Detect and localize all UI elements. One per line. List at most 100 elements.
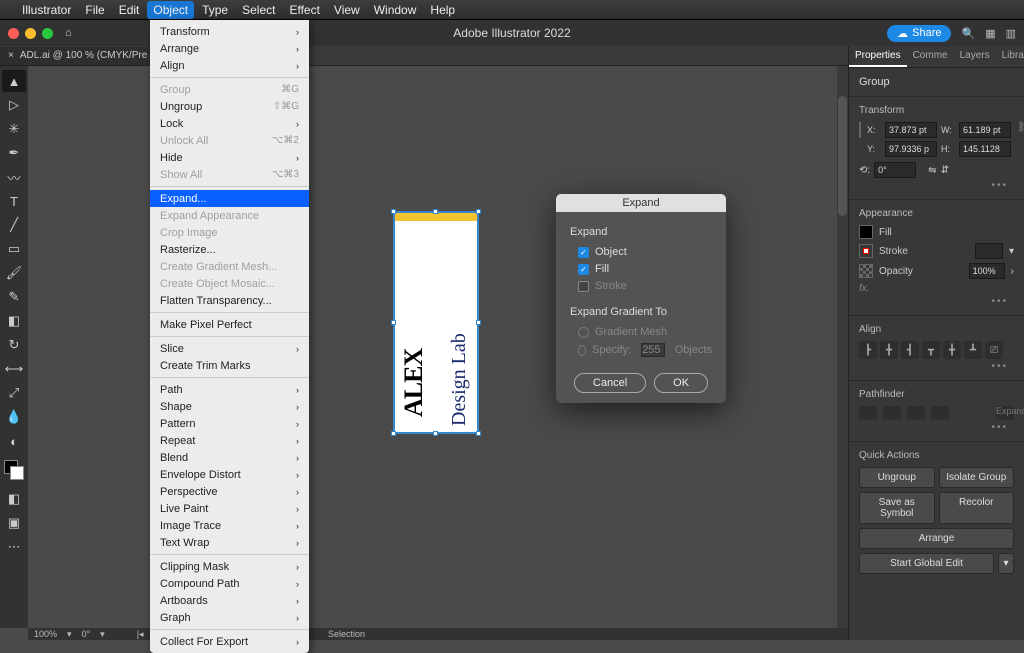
shaper-tool[interactable]: ✎ [2, 286, 26, 308]
opacity-dropdown-icon[interactable]: › [1011, 266, 1014, 277]
window-close-button[interactable] [8, 28, 19, 39]
arrange-documents-icon[interactable]: ▦ [985, 27, 995, 40]
selection-bounding-box[interactable] [393, 211, 479, 434]
link-wh-icon[interactable]: ⛓ [1017, 122, 1024, 133]
menu-item-clipping-mask[interactable]: Clipping Mask› [150, 558, 309, 575]
share-button[interactable]: ☁Share [887, 25, 951, 42]
menu-item-blend[interactable]: Blend› [150, 449, 309, 466]
tab-properties[interactable]: Properties [849, 46, 907, 67]
screen-mode-icon[interactable]: ▣ [2, 512, 26, 534]
more-options-icon[interactable]: ••• [859, 294, 1014, 307]
free-transform-tool[interactable]: ⤢ [2, 382, 26, 404]
menu-item-hide[interactable]: Hide› [150, 149, 309, 166]
eraser-tool[interactable]: ◧ [2, 310, 26, 332]
flip-v-icon[interactable]: ⇵ [941, 165, 949, 176]
arrange-button[interactable]: Arrange [859, 528, 1014, 549]
align-hcenter-icon[interactable]: ╋ [880, 341, 898, 359]
menu-item-envelope-distort[interactable]: Envelope Distort› [150, 466, 309, 483]
angle-input[interactable] [874, 162, 916, 178]
isolate-group-button[interactable]: Isolate Group [939, 467, 1015, 488]
global-edit-dropdown-icon[interactable]: ▾ [998, 553, 1014, 574]
edit-toolbar-icon[interactable]: ⋯ [2, 536, 26, 558]
reference-point-icon[interactable] [859, 122, 861, 138]
menu-item-make-pixel-perfect[interactable]: Make Pixel Perfect [150, 316, 309, 333]
more-options-icon[interactable]: ••• [859, 359, 1014, 372]
ok-button[interactable]: OK [654, 373, 708, 393]
tab-layers[interactable]: Layers [954, 46, 996, 67]
flip-h-icon[interactable]: ⇋ [928, 165, 936, 176]
menu-item-lock[interactable]: Lock› [150, 115, 309, 132]
recolor-button[interactable]: Recolor [939, 492, 1015, 524]
eyedropper-tool[interactable]: 💧 [2, 406, 26, 428]
zoom-level[interactable]: 100% [34, 629, 57, 639]
menu-effect[interactable]: Effect [289, 3, 319, 17]
menu-item-image-trace[interactable]: Image Trace› [150, 517, 309, 534]
fx-label[interactable]: fx. [859, 283, 1014, 294]
fill-swatch[interactable] [859, 225, 873, 239]
opacity-input[interactable] [969, 263, 1005, 279]
align-left-icon[interactable]: ┣ [859, 341, 877, 359]
stroke-swatch[interactable] [859, 244, 873, 258]
document-tab[interactable]: × ADL.ai @ 100 % (CMYK/Pre [0, 47, 156, 65]
menu-item-expand[interactable]: Expand... [150, 190, 309, 207]
align-top-icon[interactable]: ┳ [922, 341, 940, 359]
more-options-icon[interactable]: ••• [859, 420, 1014, 433]
menu-item-artboards[interactable]: Artboards› [150, 592, 309, 609]
cancel-button[interactable]: Cancel [574, 373, 646, 393]
expand-object-checkbox-row[interactable]: ✓Object [578, 246, 712, 258]
intersect-icon[interactable] [907, 406, 925, 420]
menu-item-graph[interactable]: Graph› [150, 609, 309, 626]
menu-type[interactable]: Type [202, 3, 228, 17]
save-symbol-button[interactable]: Save as Symbol [859, 492, 935, 524]
stroke-dropdown-icon[interactable]: ▾ [1009, 246, 1014, 257]
menu-help[interactable]: Help [430, 3, 455, 17]
paintbrush-tool[interactable]: 🖌 [2, 262, 26, 284]
menu-object[interactable]: Object [147, 1, 194, 19]
menu-illustrator[interactable]: Illustrator [22, 3, 71, 17]
menu-window[interactable]: Window [374, 3, 417, 17]
menu-view[interactable]: View [334, 3, 360, 17]
magic-wand-tool[interactable]: ✳ [2, 118, 26, 140]
align-right-icon[interactable]: ┫ [901, 341, 919, 359]
vertical-scrollbar[interactable] [837, 66, 848, 628]
tab-comments[interactable]: Comme [907, 46, 954, 67]
width-tool[interactable]: ⟷ [2, 358, 26, 380]
exclude-icon[interactable] [931, 406, 949, 420]
scrollbar-thumb[interactable] [838, 96, 847, 216]
align-vcenter-icon[interactable]: ╋ [943, 341, 961, 359]
fill-stroke-swatch[interactable] [4, 460, 24, 480]
menu-item-slice[interactable]: Slice› [150, 340, 309, 357]
close-tab-icon[interactable]: × [8, 50, 14, 61]
menu-item-perspective[interactable]: Perspective› [150, 483, 309, 500]
zoom-dropdown-icon[interactable]: ▾ [67, 629, 72, 640]
menu-item-repeat[interactable]: Repeat› [150, 432, 309, 449]
menu-edit[interactable]: Edit [119, 3, 140, 17]
line-tool[interactable]: ╱ [2, 214, 26, 236]
home-icon[interactable]: ⌂ [65, 27, 72, 39]
menu-item-path[interactable]: Path› [150, 381, 309, 398]
menu-item-pattern[interactable]: Pattern› [150, 415, 309, 432]
x-input[interactable] [885, 122, 937, 138]
opacity-swatch[interactable] [859, 264, 873, 278]
artboard[interactable]: ALEX Design Lab [395, 213, 477, 432]
color-mode-icon[interactable]: ◧ [2, 488, 26, 510]
menu-item-ungroup[interactable]: Ungroup⇧⌘G [150, 98, 309, 115]
align-to-icon[interactable]: ⎚ [985, 341, 1003, 359]
w-input[interactable] [959, 122, 1011, 138]
menu-item-collect-for-export[interactable]: Collect For Export› [150, 633, 309, 650]
more-options-icon[interactable]: ••• [859, 178, 1014, 191]
workspace-icon[interactable]: ▥ [1006, 27, 1016, 40]
first-artboard-icon[interactable]: |◂ [135, 629, 146, 640]
gradient-tool[interactable]: ◐ [2, 430, 26, 452]
unite-icon[interactable] [859, 406, 877, 420]
menu-item-rasterize[interactable]: Rasterize... [150, 241, 309, 258]
curvature-tool[interactable]: 〰 [2, 166, 26, 188]
expand-fill-checkbox-row[interactable]: ✓Fill [578, 263, 712, 275]
pen-tool[interactable]: ✒ [2, 142, 26, 164]
h-input[interactable] [959, 141, 1011, 157]
window-maximize-button[interactable] [42, 28, 53, 39]
selection-tool[interactable]: ▲ [2, 70, 26, 92]
global-edit-button[interactable]: Start Global Edit [859, 553, 994, 574]
menu-item-live-paint[interactable]: Live Paint› [150, 500, 309, 517]
menu-item-shape[interactable]: Shape› [150, 398, 309, 415]
